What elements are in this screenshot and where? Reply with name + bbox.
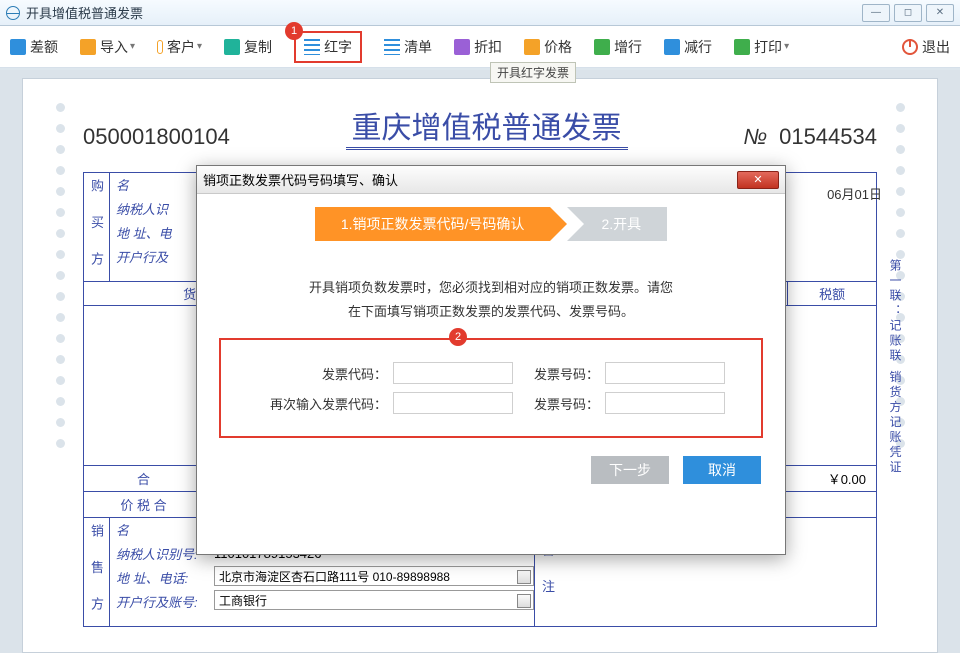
invoice-num-input[interactable] — [605, 362, 725, 384]
invoice-num2-input[interactable] — [605, 392, 725, 414]
dialog-titlebar: 销项正数发票代码号码填写、确认 ✕ — [197, 166, 785, 194]
step-2: 2.开具 — [567, 207, 667, 241]
callout-2: 2 — [449, 328, 467, 346]
dialog-buttons: 下一步 取消 — [197, 438, 785, 502]
invoice-code2-input[interactable] — [393, 392, 513, 414]
modal-overlay: 销项正数发票代码号码填写、确认 ✕ 1.销项正数发票代码/号码确认 2.开具 开… — [0, 0, 960, 653]
step-1: 1.销项正数发票代码/号码确认 — [315, 207, 551, 241]
invoice-num-label: 发票号码： — [519, 364, 599, 383]
dialog-desc: 开具销项负数发票时，您必须找到相对应的销项正数发票。请您 在下面填写销项正数发票… — [237, 276, 745, 324]
dialog-close-button[interactable]: ✕ — [737, 171, 779, 189]
invoice-code-input[interactable] — [393, 362, 513, 384]
invoice-code-label: 发票代码： — [257, 364, 387, 383]
next-button[interactable]: 下一步 — [591, 456, 669, 484]
invoice-code2-label: 再次输入发票代码： — [257, 394, 387, 413]
red-code-dialog: 销项正数发票代码号码填写、确认 ✕ 1.销项正数发票代码/号码确认 2.开具 开… — [196, 165, 786, 555]
cancel-button[interactable]: 取消 — [683, 456, 761, 484]
invoice-num2-label: 发票号码： — [519, 394, 599, 413]
dialog-title: 销项正数发票代码号码填写、确认 — [203, 170, 398, 189]
input-area: 2 发票代码： 发票号码： 再次输入发票代码： 发票号码： — [219, 338, 763, 438]
wizard-steps: 1.销项正数发票代码/号码确认 2.开具 — [197, 202, 785, 246]
